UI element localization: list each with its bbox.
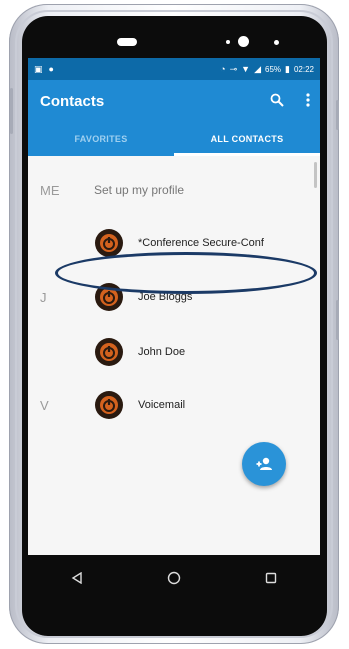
add-contact-icon [256, 457, 272, 470]
phone-side-button [336, 300, 339, 340]
back-icon[interactable] [67, 568, 87, 588]
phone-camera [238, 36, 249, 47]
section-letter: V [40, 397, 49, 413]
phone-sensor [274, 40, 279, 45]
user-notification-icon: ● [48, 63, 54, 74]
contact-avatar-icon [95, 229, 123, 257]
contact-name: Voicemail [138, 399, 186, 411]
tab-favorites[interactable]: FAVORITES [28, 122, 174, 156]
battery-icon: ▮ [285, 63, 290, 74]
status-bar: ▣ ● ◔ ⊸ ▼ ◢ 65% ▮ 02:22 [28, 58, 320, 80]
tab-bar: FAVORITES ALL CONTACTS [28, 122, 320, 156]
recents-icon[interactable] [261, 568, 281, 588]
phone-side-button [10, 88, 13, 134]
signal-icon: ◢ [254, 63, 261, 74]
search-icon[interactable] [270, 93, 284, 110]
clock: 02:22 [293, 64, 314, 74]
navigation-bar [28, 555, 320, 600]
contact-row-john-doe[interactable]: John Doe [28, 330, 320, 374]
profile-row[interactable]: ME Set up my profile [28, 168, 320, 212]
setup-profile-label: Set up my profile [94, 183, 185, 197]
add-contact-button[interactable] [242, 442, 286, 486]
more-vert-icon[interactable] [306, 92, 310, 110]
sim-icon: ▣ [34, 63, 43, 74]
highlight-ellipse [55, 252, 317, 294]
home-icon[interactable] [164, 568, 184, 588]
app-title: Contacts [40, 92, 105, 110]
tab-all-contacts[interactable]: ALL CONTACTS [174, 122, 320, 156]
contact-name: *Conference Secure-Conf [138, 237, 264, 249]
battery-percent: 65% [265, 64, 282, 74]
phone-sensor [226, 40, 230, 44]
key-icon: ⊸ [229, 63, 238, 74]
contact-avatar-icon [95, 338, 123, 366]
sync-icon: ◔ [220, 63, 226, 74]
app-bar: Contacts [28, 80, 320, 122]
section-letter: J [40, 289, 47, 305]
phone-side-button [336, 100, 339, 130]
contact-avatar-icon [95, 391, 123, 419]
contact-list: ME Set up my profile *Conference Secure-… [28, 156, 320, 555]
section-letter: ME [40, 182, 60, 198]
contact-name: John Doe [138, 346, 186, 358]
phone-speaker [117, 38, 137, 46]
wifi-icon: ▼ [241, 63, 251, 74]
contact-row-voicemail[interactable]: V Voicemail [28, 383, 320, 427]
